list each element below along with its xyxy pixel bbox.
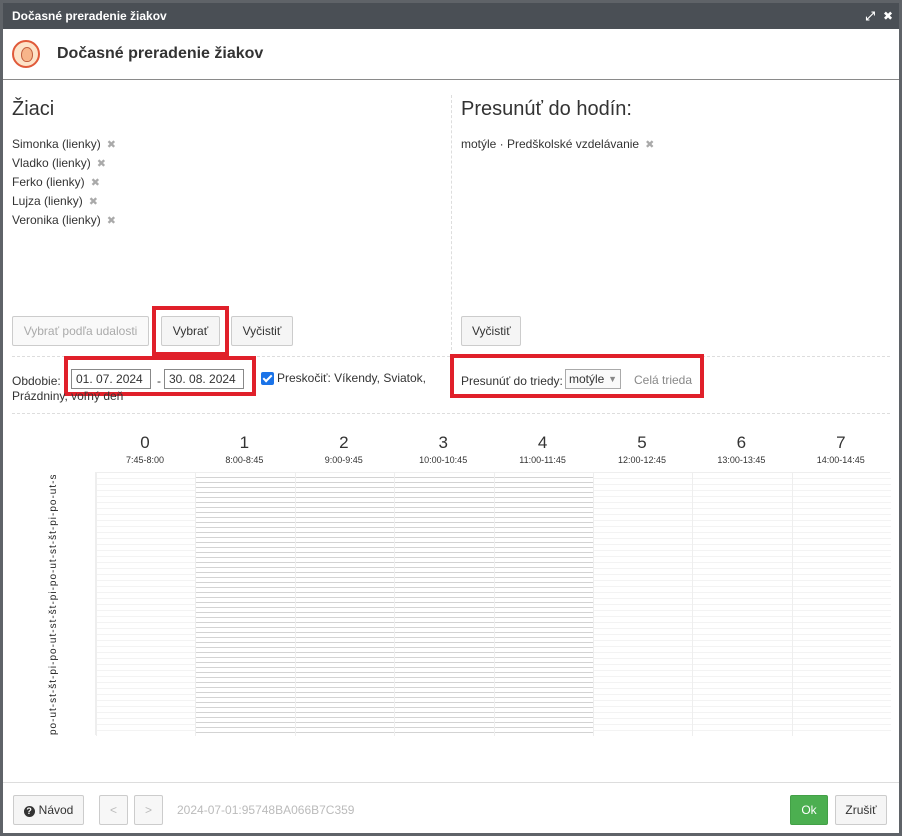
period-column[interactable] (791, 473, 892, 736)
expand-icon[interactable]: ⤢ (865, 3, 875, 29)
help-button[interactable]: ? Návod (13, 795, 84, 825)
header-title: Dočasné preradenie žiakov (57, 45, 264, 62)
period-header: 0 7:45-8:00 (95, 433, 195, 465)
period-number: 1 (239, 433, 250, 452)
period-number: 3 (438, 433, 448, 452)
period-number: 5 (637, 433, 647, 452)
cancel-button[interactable]: Zrušiť (835, 795, 887, 825)
period-time: 7:45-8:00 (125, 455, 165, 465)
target-list: motýle · Predškolské vzdelávanie ✖ (461, 135, 891, 154)
period-time: 13:00-13:45 (717, 455, 766, 465)
remove-icon[interactable]: ✖ (107, 215, 116, 227)
dialog-header: Dočasné preradenie žiakov (3, 29, 899, 80)
period-time: 14:00-14:45 (816, 455, 865, 465)
target-item: motýle · Predškolské vzdelávanie ✖ (461, 135, 891, 154)
close-icon[interactable]: ✖ (883, 3, 893, 29)
period-header: 2 9:00-9:45 (294, 433, 394, 465)
period-column[interactable] (493, 473, 593, 736)
period-header: 1 8:00-8:45 (194, 433, 294, 465)
student-label: Simonka (lienky) (12, 137, 101, 151)
highlight-box (152, 306, 229, 356)
student-label: Veronika (lienky) (12, 213, 101, 227)
student-item: Vladko (lienky) ✖ (12, 154, 442, 173)
child-avatar-icon (12, 40, 40, 68)
period-number: 7 (836, 433, 846, 452)
student-label: Ferko (lienky) (12, 175, 85, 189)
period-column[interactable] (96, 473, 196, 736)
column-divider (451, 95, 452, 350)
window-title: Dočasné preradenie žiakov (12, 9, 167, 23)
student-item: Lujza (lienky) ✖ (12, 192, 442, 211)
period-time: 9:00-9:45 (324, 455, 363, 465)
period-time: 10:00-10:45 (419, 455, 468, 465)
target-label: motýle · Predškolské vzdelávanie (461, 137, 640, 151)
remove-icon[interactable]: ✖ (97, 158, 106, 170)
period-time: 12:00-12:45 (617, 455, 667, 465)
clear-target-button[interactable]: Vyčistiť (461, 316, 521, 346)
period-column[interactable] (294, 473, 395, 736)
title-bar: Dočasné preradenie žiakov ⤢ ✖ (3, 3, 899, 29)
period-number: 2 (339, 433, 349, 452)
highlight-box (450, 354, 704, 398)
period-label: Obdobie: (12, 374, 61, 388)
remove-icon[interactable]: ✖ (107, 139, 116, 151)
period-header: 6 13:00-13:45 (691, 433, 791, 465)
title-bar-controls: ⤢ ✖ (865, 3, 893, 29)
record-id: 2024-07-01:95748BA066B7C359 (177, 803, 355, 817)
remove-icon[interactable]: ✖ (91, 177, 100, 189)
next-button[interactable]: > (134, 795, 163, 825)
period-column[interactable] (692, 473, 792, 736)
schedule-table (95, 472, 892, 736)
schedule-grid: 0 7:45-8:00 1 8:00-8:45 2 9:00-9:45 3 10:00-10:… (12, 423, 892, 743)
ok-button[interactable]: Ok (790, 795, 828, 825)
period-column[interactable] (593, 473, 693, 736)
dialog-footer: ? Návod < > 2024-07-01:95748BA066B7C359 O… (3, 782, 899, 836)
remove-icon[interactable]: ✖ (89, 196, 98, 208)
student-item: Veronika (lienky) ✖ (12, 211, 442, 230)
period-column[interactable] (195, 473, 295, 736)
select-by-event-button[interactable]: Vybrať podľa udalosti (12, 316, 149, 346)
remove-icon[interactable]: ✖ (645, 139, 654, 151)
student-label: Lujza (lienky) (12, 194, 83, 208)
student-label: Vladko (lienky) (12, 156, 91, 170)
target-panel: Presunúť do hodín: motýle · Predškolské … (461, 98, 891, 154)
period-header: 3 10:00-10:45 (393, 433, 493, 465)
students-panel: Žiaci Simonka (lienky) ✖ Vladko (lienky) ✖ F… (12, 98, 442, 230)
question-icon: ? (23, 806, 35, 817)
period-header: 4 11:00-11:45 (493, 433, 593, 465)
skip-label: Preskočiť: Víkendy, Sviatok, (277, 371, 427, 385)
students-title: Žiaci (12, 98, 55, 120)
period-number: 4 (537, 433, 548, 452)
skip-checkbox[interactable] (261, 372, 274, 385)
help-label: Návod (38, 803, 74, 817)
period-header: 5 12:00-12:45 (592, 433, 692, 465)
period-time: 11:00-11:45 (519, 455, 566, 465)
divider (12, 413, 890, 414)
target-title: Presunúť do hodín: (461, 98, 632, 120)
student-item: Simonka (lienky) ✖ (12, 135, 442, 154)
day-row-labels: po-ut-st-št-pi-po-ut-st-št-pi-po-ut-st-š… (48, 475, 59, 735)
period-time: 8:00-8:45 (225, 455, 264, 465)
dialog-window: Dočasné preradenie žiakov ⤢ ✖ Dočasné pr… (0, 0, 902, 836)
period-number: 6 (736, 433, 747, 452)
period-header: 7 14:00-14:45 (791, 433, 891, 465)
student-item: Ferko (lienky) ✖ (12, 173, 442, 192)
period-column[interactable] (394, 473, 494, 736)
clear-students-button[interactable]: Vyčistiť (231, 316, 293, 346)
skip-label-line2: Prázdniny, voľný deň (12, 389, 124, 403)
period-number: 0 (140, 433, 150, 452)
students-list: Simonka (lienky) ✖ Vladko (lienky) ✖ Ferko (… (12, 135, 442, 230)
prev-button[interactable]: < (99, 795, 128, 825)
